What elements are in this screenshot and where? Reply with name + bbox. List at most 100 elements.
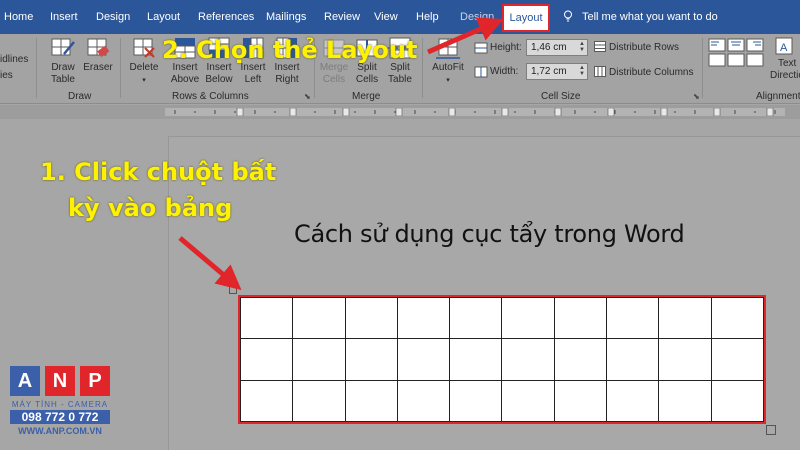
table-cell[interactable] (606, 379, 660, 423)
table-row[interactable] (239, 338, 765, 381)
merge-cells-label-2: Cells (322, 74, 346, 85)
spinner-arrows-icon[interactable]: ▲ ▼ (579, 41, 585, 53)
table-cell[interactable] (658, 296, 712, 340)
eraser-icon (87, 38, 110, 58)
tell-me-search[interactable]: Tell me what you want to do (562, 0, 718, 34)
tab-references[interactable]: References (198, 0, 254, 34)
width-input[interactable]: 1,72 cm ▲ ▼ (526, 63, 588, 80)
tab-table-layout[interactable]: Layout (502, 4, 550, 32)
split-cells-label-2: Cells (355, 74, 379, 85)
spinner-arrows-icon[interactable]: ▲ ▼ (579, 65, 585, 77)
table-row[interactable] (239, 296, 765, 340)
distribute-columns-icon (594, 66, 606, 77)
table-cell[interactable] (396, 338, 451, 381)
table-cell[interactable] (239, 379, 294, 423)
table-cell[interactable] (449, 296, 503, 340)
logo-letter-a: A (10, 366, 40, 396)
properties-cut-label[interactable]: ies (0, 70, 13, 81)
insert-below-label-2: Below (205, 74, 233, 85)
table-cell[interactable] (606, 338, 660, 381)
table-cell[interactable] (344, 379, 398, 423)
delete-button[interactable]: Delete ▾ (125, 36, 163, 87)
split-table-label-2: Table (388, 74, 412, 85)
tab-help[interactable]: Help (416, 0, 439, 34)
group-label-draw: Draw (68, 91, 92, 102)
document-heading[interactable]: Cách sử dụng cục tẩy trong Word (294, 220, 685, 248)
height-label: Height: (490, 42, 522, 53)
table-move-handle[interactable] (229, 286, 237, 294)
group-separator (702, 38, 703, 98)
table-cell[interactable] (449, 338, 503, 381)
distribute-rows-button[interactable]: Distribute Rows (594, 41, 679, 53)
autofit-icon (436, 38, 460, 59)
gridlines-cut-label[interactable]: idlines (0, 54, 28, 65)
text-direction-label-2: Directio (770, 70, 800, 81)
text-direction-icon: A (775, 37, 793, 55)
text-direction-label-1: Text (778, 58, 797, 69)
column-width-icon (474, 66, 488, 78)
table-cell[interactable] (553, 296, 608, 340)
table-row[interactable] (239, 379, 765, 423)
distribute-columns-button[interactable]: Distribute Columns (594, 66, 693, 78)
delete-table-icon (133, 38, 155, 58)
group-separator (422, 38, 423, 98)
group-label-merge: Merge (352, 91, 381, 102)
autofit-button[interactable]: AutoFit ▾ (428, 36, 468, 87)
tab-insert[interactable]: Insert (50, 0, 78, 34)
tab-table-design[interactable]: Design (460, 0, 494, 34)
table-resize-handle[interactable] (766, 425, 776, 435)
group-label-rows-columns: Rows & Columns (172, 91, 249, 102)
table-cell[interactable] (501, 338, 555, 381)
alignment-grid-icon[interactable] (708, 38, 768, 68)
tab-view[interactable]: View (374, 0, 398, 34)
table-cell[interactable] (344, 296, 398, 340)
table-cell[interactable] (710, 296, 765, 340)
table-cell[interactable] (501, 379, 555, 423)
logo-letter-n: N (45, 366, 75, 396)
table-cell[interactable] (553, 379, 608, 423)
dialog-launcher-icon[interactable]: ⬊ (693, 92, 700, 101)
dialog-launcher-icon[interactable]: ⬊ (304, 92, 311, 101)
table-cell[interactable] (344, 338, 398, 381)
table-cell[interactable] (553, 338, 608, 381)
width-value: 1,72 cm (531, 66, 567, 77)
table-cell[interactable] (292, 296, 346, 340)
table-cell[interactable] (239, 338, 294, 381)
table-cell[interactable] (710, 379, 765, 423)
draw-table-icon (51, 38, 75, 56)
table-cell[interactable] (710, 338, 765, 381)
group-label-alignment: Alignment (756, 91, 800, 102)
chevron-down-icon: ▾ (446, 77, 450, 84)
row-height-icon (474, 42, 488, 54)
document-table[interactable] (238, 295, 766, 424)
logo-website: WWW.ANP.COM.VN (18, 426, 102, 436)
annotation-step-1-line-1: 1. Click chuột bất (40, 158, 277, 186)
ruler-ticks (165, 108, 785, 116)
svg-text:A: A (780, 42, 788, 54)
table-cell[interactable] (658, 338, 712, 381)
height-input[interactable]: 1,46 cm ▲ ▼ (526, 39, 588, 56)
table-cell[interactable] (396, 296, 451, 340)
text-direction-button[interactable]: A Text Directio (770, 36, 800, 82)
table-grid[interactable] (239, 296, 765, 423)
table-cell[interactable] (292, 379, 346, 423)
tab-layout-page[interactable]: Layout (147, 0, 180, 34)
table-cell[interactable] (606, 296, 660, 340)
annotation-step-2: 2. Chọn thẻ Layout (162, 36, 418, 64)
tab-design[interactable]: Design (96, 0, 130, 34)
table-cell[interactable] (449, 379, 503, 423)
table-cell[interactable] (396, 379, 451, 423)
tab-mailings[interactable]: Mailings (266, 0, 306, 34)
tab-review[interactable]: Review (324, 0, 360, 34)
table-cell[interactable] (239, 296, 294, 340)
ribbon-tab-bar: Home Insert Design Layout References Mai… (0, 0, 800, 34)
table-cell[interactable] (658, 379, 712, 423)
eraser-button[interactable]: Eraser (82, 36, 114, 74)
table-cell[interactable] (501, 296, 555, 340)
table-cell[interactable] (292, 338, 346, 381)
draw-table-button[interactable]: Draw Table (44, 36, 82, 86)
horizontal-ruler[interactable] (0, 105, 800, 119)
insert-left-label-2: Left (244, 74, 262, 85)
tab-home[interactable]: Home (4, 0, 33, 34)
autofit-label: AutoFit (432, 62, 464, 73)
